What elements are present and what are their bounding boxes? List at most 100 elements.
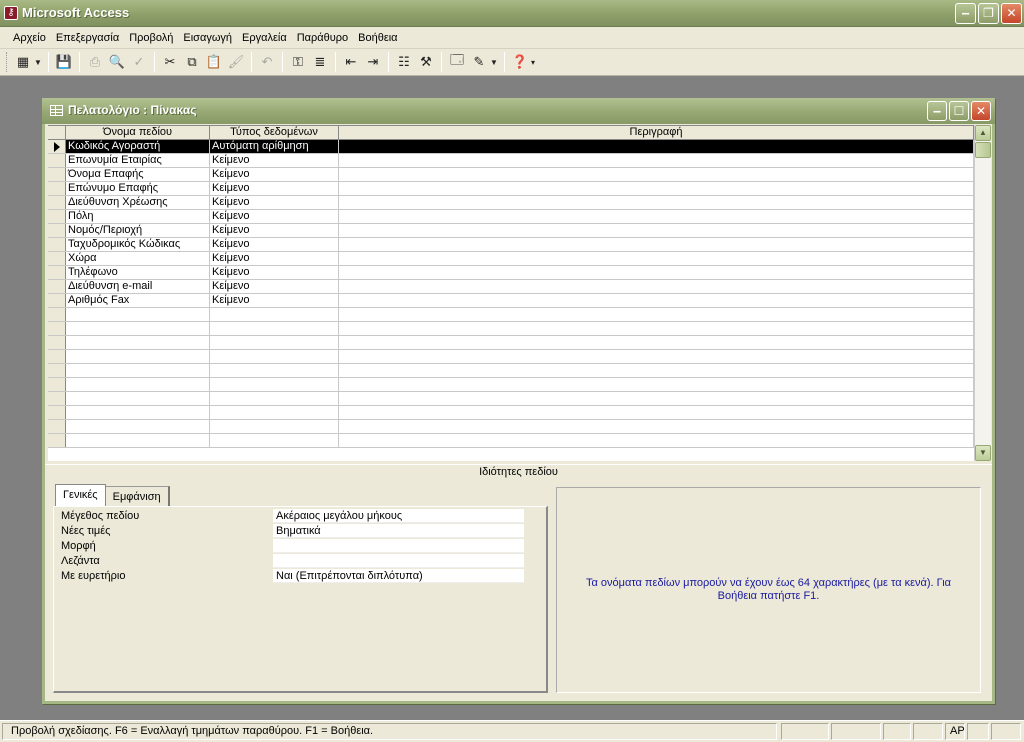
help-icon[interactable]: ❓ — [509, 51, 531, 73]
tab-appearance[interactable]: Εμφάνιση — [104, 486, 170, 506]
row-selector[interactable] — [48, 196, 66, 209]
grid-vertical-scrollbar[interactable]: ▲ ▼ — [974, 125, 991, 461]
row-selector[interactable] — [48, 140, 66, 153]
field-name-cell[interactable] — [66, 392, 210, 405]
row-selector[interactable] — [48, 392, 66, 405]
description-cell[interactable] — [339, 420, 974, 433]
field-row[interactable]: Χώρα Κείμενο — [48, 252, 974, 266]
row-selector[interactable] — [48, 364, 66, 377]
field-name-cell[interactable]: Όνομα Επαφής — [66, 168, 210, 181]
data-type-cell[interactable]: Κείμενο — [210, 266, 339, 279]
menu-edit[interactable]: Επεξεργασία — [51, 30, 124, 46]
field-name-cell[interactable] — [66, 322, 210, 335]
indexes-icon[interactable]: ≣ — [309, 51, 331, 73]
field-row[interactable]: Αριθμός Fax Κείμενο — [48, 294, 974, 308]
undo-icon[interactable]: ↶ — [256, 51, 278, 73]
description-cell[interactable] — [339, 168, 974, 181]
field-name-cell[interactable] — [66, 308, 210, 321]
menu-help[interactable]: Βοήθεια — [353, 30, 402, 46]
field-name-cell[interactable]: Κωδικός Αγοραστή — [66, 140, 210, 153]
field-row[interactable]: Διεύθυνση Χρέωσης Κείμενο — [48, 196, 974, 210]
description-cell[interactable] — [339, 294, 974, 307]
field-name-cell[interactable]: Διεύθυνση Χρέωσης — [66, 196, 210, 209]
row-selector[interactable] — [48, 336, 66, 349]
app-minimize-button[interactable]: ‒ — [955, 3, 976, 24]
description-cell[interactable] — [339, 140, 974, 153]
description-cell[interactable] — [339, 364, 974, 377]
data-type-cell[interactable]: Κείμενο — [210, 210, 339, 223]
row-selector[interactable] — [48, 280, 66, 293]
row-selector[interactable] — [48, 224, 66, 237]
field-row[interactable]: Επωνυμία Εταιρίας Κείμενο — [48, 154, 974, 168]
view-dropdown-icon[interactable]: ▼ — [34, 58, 42, 67]
description-cell[interactable] — [339, 266, 974, 279]
description-cell[interactable] — [339, 224, 974, 237]
field-row[interactable] — [48, 378, 974, 392]
paste-icon[interactable]: 📋 — [203, 51, 225, 73]
field-name-cell[interactable] — [66, 350, 210, 363]
table-icon[interactable] — [50, 105, 63, 116]
field-name-cell[interactable] — [66, 364, 210, 377]
delete-rows-icon[interactable]: ⇥ — [362, 51, 384, 73]
column-header-data-type[interactable]: Τύπος δεδομένων — [210, 126, 339, 139]
row-selector[interactable] — [48, 378, 66, 391]
property-value-field[interactable] — [273, 554, 524, 568]
data-type-cell[interactable] — [210, 336, 339, 349]
field-row[interactable] — [48, 406, 974, 420]
column-header-description[interactable]: Περιγραφή — [339, 126, 974, 139]
data-type-cell[interactable] — [210, 322, 339, 335]
description-cell[interactable] — [339, 154, 974, 167]
app-close-button[interactable]: ✕ — [1001, 3, 1022, 24]
row-selector[interactable] — [48, 294, 66, 307]
data-type-cell[interactable] — [210, 350, 339, 363]
row-selector[interactable] — [48, 168, 66, 181]
field-row[interactable] — [48, 434, 974, 448]
data-type-cell[interactable]: Κείμενο — [210, 294, 339, 307]
field-row[interactable]: Κωδικός Αγοραστή Αυτόματη αρίθμηση — [48, 140, 974, 154]
data-type-cell[interactable]: Κείμενο — [210, 252, 339, 265]
app-restore-button[interactable]: ❐ — [978, 3, 999, 24]
data-type-cell[interactable] — [210, 378, 339, 391]
property-value-field[interactable]: Ακέραιος μεγάλου μήκους — [273, 509, 524, 523]
database-window-icon[interactable]: 🗔 — [446, 51, 468, 73]
row-selector[interactable] — [48, 154, 66, 167]
description-cell[interactable] — [339, 336, 974, 349]
menu-insert[interactable]: Εισαγωγή — [178, 30, 237, 46]
data-type-cell[interactable]: Κείμενο — [210, 154, 339, 167]
field-row[interactable] — [48, 364, 974, 378]
data-type-cell[interactable]: Κείμενο — [210, 238, 339, 251]
field-row[interactable]: Διεύθυνση e-mail Κείμενο — [48, 280, 974, 294]
menu-file[interactable]: Αρχείο — [8, 30, 51, 46]
field-name-cell[interactable]: Επωνυμία Εταιρίας — [66, 154, 210, 167]
description-cell[interactable] — [339, 378, 974, 391]
field-row[interactable]: Νομός/Περιοχή Κείμενο — [48, 224, 974, 238]
properties-icon[interactable]: ☷ — [393, 51, 415, 73]
row-selector[interactable] — [48, 322, 66, 335]
field-row[interactable]: Επώνυμο Επαφής Κείμενο — [48, 182, 974, 196]
row-selector[interactable] — [48, 406, 66, 419]
data-type-cell[interactable] — [210, 364, 339, 377]
field-name-cell[interactable]: Ταχυδρομικός Κώδικας — [66, 238, 210, 251]
copy-icon[interactable]: ⧉ — [181, 51, 203, 73]
row-selector[interactable] — [48, 434, 66, 447]
scroll-thumb[interactable] — [975, 142, 991, 158]
field-name-cell[interactable] — [66, 420, 210, 433]
access-key-icon[interactable]: ⚷ — [4, 6, 18, 20]
field-row[interactable]: Ταχυδρομικός Κώδικας Κείμενο — [48, 238, 974, 252]
description-cell[interactable] — [339, 406, 974, 419]
insert-rows-icon[interactable]: ⇤ — [340, 51, 362, 73]
toolbar-grip[interactable] — [6, 52, 9, 72]
description-cell[interactable] — [339, 308, 974, 321]
description-cell[interactable] — [339, 196, 974, 209]
data-type-cell[interactable]: Κείμενο — [210, 168, 339, 181]
data-type-cell[interactable] — [210, 434, 339, 447]
menu-view[interactable]: Προβολή — [124, 30, 178, 46]
data-type-cell[interactable] — [210, 392, 339, 405]
description-cell[interactable] — [339, 210, 974, 223]
data-type-cell[interactable]: Κείμενο — [210, 196, 339, 209]
description-cell[interactable] — [339, 392, 974, 405]
toolbar-options-icon[interactable]: ▾ — [531, 58, 539, 67]
field-row[interactable] — [48, 336, 974, 350]
format-painter-icon[interactable]: 🖌 — [225, 51, 247, 73]
description-cell[interactable] — [339, 350, 974, 363]
